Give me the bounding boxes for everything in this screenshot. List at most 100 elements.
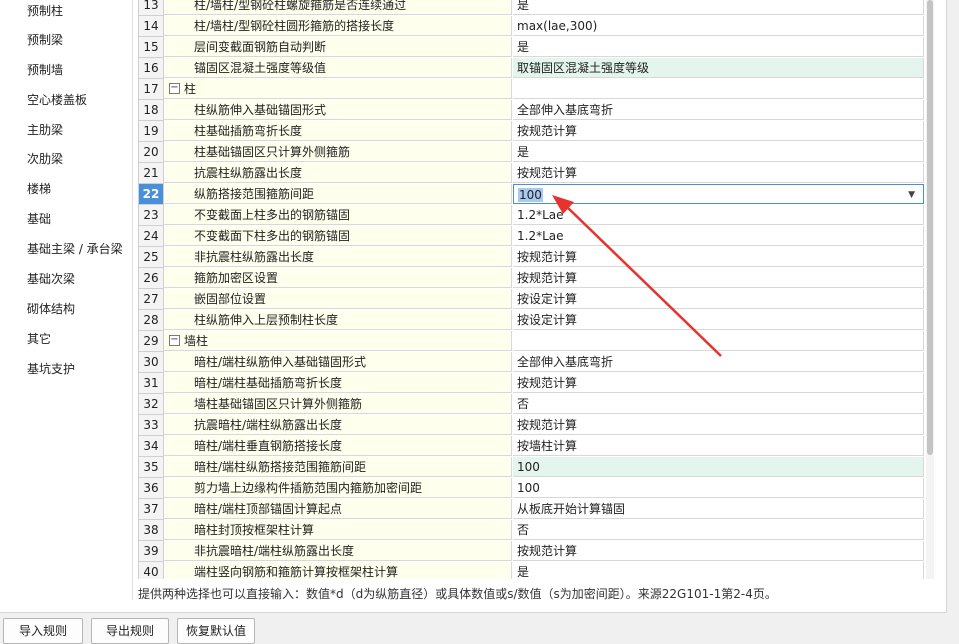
setting-value-text: 是 xyxy=(517,0,530,12)
table-row[interactable]: 29− 墙柱 xyxy=(139,331,925,352)
sidebar-item[interactable]: 空心楼盖板 xyxy=(27,89,87,111)
row-number: 30 xyxy=(139,352,164,373)
setting-value[interactable]: 1.2*Lae xyxy=(513,205,924,225)
setting-value-text: 按设定计算 xyxy=(517,292,578,306)
sidebar-item[interactable]: 基础次梁 xyxy=(27,268,75,290)
collapse-icon[interactable]: − xyxy=(169,335,180,346)
setting-value[interactable]: 按设定计算 xyxy=(513,310,924,330)
setting-value-text: 按规范计算 xyxy=(517,418,578,432)
table-row[interactable]: 25 非抗震柱纵筋露出长度 按规范计算 xyxy=(139,247,925,268)
setting-value[interactable]: 100 xyxy=(513,478,924,498)
setting-value[interactable]: 是 xyxy=(513,142,924,162)
setting-value[interactable]: 全部伸入基底弯折 xyxy=(513,352,924,372)
setting-value-text: 全部伸入基底弯折 xyxy=(517,355,614,369)
table-row[interactable]: 24 不变截面下柱多出的钢筋锚固 1.2*Lae xyxy=(139,226,925,247)
row-number: 17 xyxy=(139,79,164,100)
setting-value[interactable]: 按规范计算 xyxy=(513,247,924,267)
collapse-icon[interactable]: − xyxy=(169,83,180,94)
table-row[interactable]: 30 暗柱/端柱纵筋伸入基础锚固形式 全部伸入基底弯折 xyxy=(139,352,925,373)
setting-value-text: 按规范计算 xyxy=(517,124,578,138)
setting-value-select[interactable]: 100 ▼ xyxy=(513,184,924,204)
setting-value[interactable]: 按设定计算 xyxy=(513,289,924,309)
dropdown-arrow-icon[interactable]: ▼ xyxy=(908,185,915,203)
row-number: 26 xyxy=(139,268,164,289)
sidebar-item[interactable]: 预制梁 xyxy=(27,29,63,51)
row-number: 35 xyxy=(139,457,164,478)
setting-name: 不变截面上柱多出的钢筋锚固 xyxy=(164,205,512,225)
scroll-thumb[interactable] xyxy=(927,0,933,455)
restore-defaults-button[interactable]: 恢复默认值 xyxy=(177,618,255,644)
setting-value[interactable]: 是 xyxy=(513,37,924,57)
setting-value[interactable]: 全部伸入基底弯折 xyxy=(513,100,924,120)
import-rules-button[interactable]: 导入规则 xyxy=(3,618,83,644)
export-rules-button[interactable]: 导出规则 xyxy=(91,618,169,644)
setting-value[interactable]: max(lae,300) xyxy=(513,16,924,36)
setting-name-label: 柱纵筋伸入上层预制柱长度 xyxy=(194,313,339,327)
sidebar-item[interactable]: 砌体结构 xyxy=(27,298,75,320)
setting-name: 墙柱基础锚固区只计算外侧箍筋 xyxy=(164,394,512,414)
table-row[interactable]: 34 暗柱/端柱垂直钢筋搭接长度 按墙柱计算 xyxy=(139,436,925,457)
setting-value[interactable]: 是 xyxy=(513,562,924,579)
setting-value[interactable]: 1.2*Lae xyxy=(513,226,924,246)
sidebar-item[interactable]: 楼梯 xyxy=(27,178,51,200)
setting-value[interactable]: 按规范计算 xyxy=(513,268,924,288)
setting-value[interactable]: 按规范计算 xyxy=(513,373,924,393)
table-row[interactable]: 38 暗柱封顶按框架柱计算 否 xyxy=(139,520,925,541)
table-row[interactable]: 23 不变截面上柱多出的钢筋锚固 1.2*Lae xyxy=(139,205,925,226)
table-row[interactable]: 32 墙柱基础锚固区只计算外侧箍筋 否 xyxy=(139,394,925,415)
setting-name-label: 端柱竖向钢筋和箍筋计算按框架柱计算 xyxy=(194,565,399,579)
table-row[interactable]: 19 柱基础插筋弯折长度 按规范计算 xyxy=(139,121,925,142)
table-row[interactable]: 21 抗震柱纵筋露出长度 按规范计算 xyxy=(139,163,925,184)
setting-value[interactable]: 从板底开始计算锚固 xyxy=(513,499,924,519)
sidebar-item[interactable]: 主肋梁 xyxy=(27,119,63,141)
setting-name-label: 暗柱/端柱纵筋搭接范围箍筋间距 xyxy=(194,460,367,474)
settings-grid: 13 柱/墙柱/型钢砼柱螺旋箍筋是否连续通过是 14 柱/墙柱/型钢砼柱圆形箍筋的搭接… xyxy=(138,0,925,579)
row-number: 21 xyxy=(139,163,164,184)
table-row[interactable]: 14 柱/墙柱/型钢砼柱圆形箍筋的搭接长度 max(lae,300) xyxy=(139,16,925,37)
setting-name: 端柱竖向钢筋和箍筋计算按框架柱计算 xyxy=(164,562,512,579)
table-row[interactable]: 39 非抗震暗柱/端柱纵筋露出长度 按规范计算 xyxy=(139,541,925,562)
table-row[interactable]: 31 暗柱/端柱基础插筋弯折长度 按规范计算 xyxy=(139,373,925,394)
row-number: 19 xyxy=(139,121,164,142)
table-row[interactable]: 40 端柱竖向钢筋和箍筋计算按框架柱计算 是 xyxy=(139,562,925,579)
setting-name: 非抗震柱纵筋露出长度 xyxy=(164,247,512,267)
sidebar-item[interactable]: 次肋梁 xyxy=(27,148,63,170)
sidebar-item[interactable]: 基础主梁 / 承台梁 xyxy=(27,238,123,260)
sidebar-item[interactable]: 预制墙 xyxy=(27,59,63,81)
setting-value-text: 1.2*Lae xyxy=(517,229,564,243)
table-row[interactable]: 13 柱/墙柱/型钢砼柱螺旋箍筋是否连续通过 是 xyxy=(139,0,925,16)
table-row[interactable]: 15 层间变截面钢筋自动判断 是 xyxy=(139,37,925,58)
table-row[interactable]: 36 剪力墙上边缘构件插筋范围内箍筋加密间距 100 xyxy=(139,478,925,499)
setting-value[interactable]: 按规范计算 xyxy=(513,415,924,435)
table-row[interactable]: 26 箍筋加密区设置 按规范计算 xyxy=(139,268,925,289)
setting-value[interactable] xyxy=(513,79,924,99)
setting-value[interactable]: 按规范计算 xyxy=(513,163,924,183)
table-row[interactable]: 27 嵌固部位设置 按设定计算 xyxy=(139,289,925,310)
table-row[interactable]: 35 暗柱/端柱纵筋搭接范围箍筋间距 100 xyxy=(139,457,925,478)
vertical-scrollbar[interactable] xyxy=(926,0,934,579)
setting-value-text: 按规范计算 xyxy=(517,250,578,264)
table-row[interactable]: 22 纵筋搭接范围箍筋间距 100 ▼ xyxy=(139,184,925,205)
table-row[interactable]: 20 柱基础锚固区只计算外侧箍筋 是 xyxy=(139,142,925,163)
setting-value[interactable]: 是 xyxy=(513,0,924,15)
table-row[interactable]: 28 柱纵筋伸入上层预制柱长度 按设定计算 xyxy=(139,310,925,331)
setting-name-label: 柱/墙柱/型钢砼柱螺旋箍筋是否连续通过 xyxy=(194,0,407,12)
setting-value[interactable]: 按规范计算 xyxy=(513,121,924,141)
sidebar-item[interactable]: 基坑支护 xyxy=(27,358,75,380)
setting-value[interactable]: 否 xyxy=(513,394,924,414)
table-row[interactable]: 37 暗柱/端柱顶部锚固计算起点 从板底开始计算锚固 xyxy=(139,499,925,520)
setting-value[interactable]: 100 xyxy=(513,457,924,477)
table-row[interactable]: 17− 柱 xyxy=(139,79,925,100)
setting-value[interactable]: 取锚固区混凝土强度等级 xyxy=(513,58,924,78)
setting-value-text: max(lae,300) xyxy=(517,19,598,33)
table-row[interactable]: 33 抗震暗柱/端柱纵筋露出长度 按规范计算 xyxy=(139,415,925,436)
table-row[interactable]: 18 柱纵筋伸入基础锚固形式 全部伸入基底弯折 xyxy=(139,100,925,121)
sidebar-item[interactable]: 其它 xyxy=(27,328,51,350)
setting-value[interactable]: 按规范计算 xyxy=(513,541,924,561)
setting-value[interactable] xyxy=(513,331,924,351)
table-row[interactable]: 16 锚固区混凝土强度等级值 取锚固区混凝土强度等级 xyxy=(139,58,925,79)
sidebar-item[interactable]: 预制柱 xyxy=(27,0,63,22)
setting-value[interactable]: 按墙柱计算 xyxy=(513,436,924,456)
sidebar-item[interactable]: 基础 xyxy=(27,208,51,230)
setting-value[interactable]: 否 xyxy=(513,520,924,540)
